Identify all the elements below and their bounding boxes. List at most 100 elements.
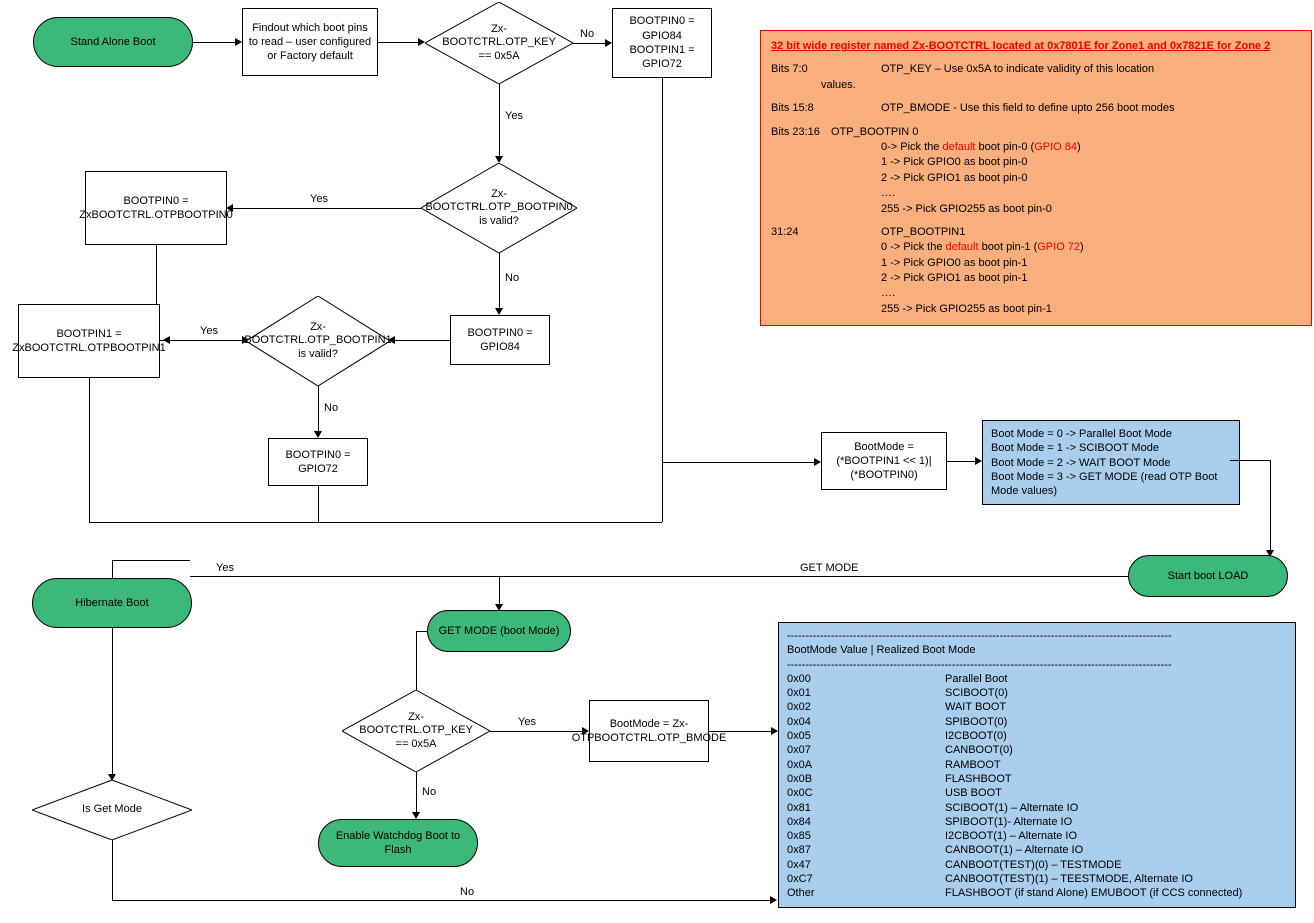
stand-alone-boot: Stand Alone Boot [33,17,193,67]
line: Boot Mode = 2 -> WAIT BOOT Mode [991,456,1231,470]
start-boot-load: Start boot LOAD [1128,555,1288,597]
label: GET MODE (boot Mode) [439,624,560,638]
table-row: 0x02WAIT BOOT [787,700,1260,714]
bp1-valid-decision: Zx-BOOTCTRL.OTP_BOOTPIN1 is valid? [246,296,390,386]
t: boot pin-1 ( [979,241,1038,253]
get-mode-terminator: GET MODE (boot Mode) [427,610,571,652]
t: boot pin-0 ( [975,141,1034,153]
label: BOOTPIN0 = GPIO84 [455,326,545,355]
line: Boot Mode = 1 -> SCIBOOT Mode [991,441,1231,455]
table-row: 0x87CANBOOT(1) – Alternate IO [787,843,1260,857]
edge-no: No [324,402,338,414]
table-row: 0x05I2CBOOT(0) [787,729,1260,743]
label: Findout which boot pins to read – user c… [247,21,373,64]
findout-box: Findout which boot pins to read – user c… [242,8,378,76]
note-title: 32 bit wide register named Zx-BOOTCTRL l… [771,39,1301,54]
bootmode-table-note: ----------------------------------------… [778,622,1296,908]
t: GPIO 72 [1037,241,1080,253]
table-row: 0x04SPIBOOT(0) [787,715,1260,729]
bmode-assign-box: BootMode = Zx-OTPBOOTCTRL.OTP_BMODE [589,700,709,762]
edge-yes: Yes [310,193,328,205]
t: …. [771,186,1301,201]
edge-no: No [422,786,436,798]
bp0-otp-box: BOOTPIN0 = ZxBOOTCTRL.OTPBOOTPIN0 [85,171,227,245]
label: BOOTPIN0 = GPIO84 BOOTPIN1 = GPIO72 [617,14,707,71]
table-row: 0x0BFLASHBOOT [787,772,1260,786]
table-row: 0x85I2CBOOT(1) – Alternate IO [787,829,1260,843]
t: OTP_KEY – Use 0x5A to indicate validity … [881,63,1154,75]
register-note: 32 bit wide register named Zx-BOOTCTRL l… [760,30,1312,326]
edge-yes: Yes [200,325,218,337]
label: Zx-BOOTCTRL.OTP_KEY == 0x5A [359,711,472,751]
bp0-gpio84-box: BOOTPIN0 = GPIO84 [450,315,550,365]
line: Boot Mode = 0 -> Parallel Boot Mode [991,427,1231,441]
enable-wdog: Enable Watchdog Boot to Flash [318,819,478,867]
bp-default-box: BOOTPIN0 = GPIO84 BOOTPIN1 = GPIO72 [612,8,712,78]
label: BootMode = Zx-OTPBOOTCTRL.OTP_BMODE [572,717,727,746]
table-row: 0x07CANBOOT(0) [787,743,1260,757]
edge-yes: Yes [216,562,234,574]
bp0-gpio72-box: BOOTPIN0 = GPIO72 [268,438,368,486]
header: BootMode Value | Realized Boot Mode [787,643,1287,657]
table-row: 0xC7CANBOOT(TEST)(1) – TEESTMODE, Altern… [787,872,1260,886]
edge-no: No [460,886,474,898]
t: GPIO 84 [1034,141,1077,153]
table-row: 0x01SCIBOOT(0) [787,686,1260,700]
label: BOOTPIN1 = ZxBOOTCTRL.OTPBOOTPIN1 [12,327,165,356]
bp1-otp-box: BOOTPIN1 = ZxBOOTCTRL.OTPBOOTPIN1 [18,304,160,378]
t: 2 -> Pick GPIO1 as boot pin-1 [771,271,1301,286]
label: Zx-BOOTCTRL.OTP_BOOTPIN0 is valid? [425,188,572,228]
t: 31:24 [771,225,881,240]
line: Boot Mode = 3 -> GET MODE (read OTP Boot… [991,470,1231,499]
t: 0 -> Pick the [881,241,946,253]
t: OTP_BMODE - Use this field to define upt… [881,102,1174,114]
label: Zx-BOOTCTRL.OTP_BOOTPIN1 is valid? [244,321,391,361]
table-row: 0x81SCIBOOT(1) – Alternate IO [787,801,1260,815]
t: 255 -> Pick GPIO255 as boot pin-0 [771,202,1301,217]
edge-no: No [505,272,519,284]
edge-no: No [580,28,594,40]
t: Bits 15:8 [771,101,881,116]
t: 1 -> Pick GPIO0 as boot pin-0 [771,155,1301,170]
table-row: 0x84SPIBOOT(1)- Alternate IO [787,815,1260,829]
table-row: 0x0ARAMBOOT [787,758,1260,772]
edge-yes: Yes [505,110,523,122]
t: values. [771,78,1301,93]
label: BootMode = (*BOOTPIN1 << 1)|(*BOOTPIN0) [826,440,942,483]
t: Bits 23:16 [771,125,831,140]
table-row: 0x47CANBOOT(TEST)(0) – TESTMODE [787,858,1260,872]
bootmode-calc-box: BootMode = (*BOOTPIN1 << 1)|(*BOOTPIN0) [821,432,947,490]
t: 255 -> Pick GPIO255 as boot pin-1 [771,302,1301,317]
label: Stand Alone Boot [70,35,155,49]
edge-get-mode: GET MODE [800,562,858,574]
t: 1 -> Pick GPIO0 as boot pin-1 [771,256,1301,271]
label: Zx-BOOTCTRL.OTP_KEY == 0x5A [442,23,555,63]
table-row: 0x0CUSB BOOT [787,786,1260,800]
hibernate-boot: Hibernate Boot [32,578,192,628]
label: Is Get Mode [82,803,142,816]
t: ) [1080,241,1084,253]
is-get-mode-decision: Is Get Mode [32,780,192,840]
hr: ----------------------------------------… [787,629,1287,643]
table-row: OtherFLASHBOOT (if stand Alone) EMUBOOT … [787,886,1260,900]
bootmode-table: 0x00Parallel Boot0x01SCIBOOT(0)0x02WAIT … [787,672,1260,901]
otp-key2-decision: Zx-BOOTCTRL.OTP_KEY == 0x5A [342,690,490,772]
label: Start boot LOAD [1168,569,1249,583]
bp0-valid-decision: Zx-BOOTCTRL.OTP_BOOTPIN0 is valid? [421,163,577,253]
label: Enable Watchdog Boot to Flash [323,829,473,858]
t: ) [1077,141,1081,153]
t: Bits 7:0 [771,62,881,77]
t: 2 -> Pick GPIO1 as boot pin-0 [771,171,1301,186]
hr: ----------------------------------------… [787,658,1287,672]
t: 0-> Pick the [881,141,942,153]
label: BOOTPIN0 = ZxBOOTCTRL.OTPBOOTPIN0 [79,194,232,223]
t: default [942,141,975,153]
t: OTP_BOOTPIN1 [881,226,965,238]
t: default [946,241,979,253]
label: Hibernate Boot [75,596,148,610]
bootmode-list-note: Boot Mode = 0 -> Parallel Boot Mode Boot… [982,420,1240,505]
edge-yes: Yes [518,716,536,728]
t: …. [771,286,1301,301]
t: OTP_BOOTPIN 0 [831,126,918,138]
table-row: 0x00Parallel Boot [787,672,1260,686]
